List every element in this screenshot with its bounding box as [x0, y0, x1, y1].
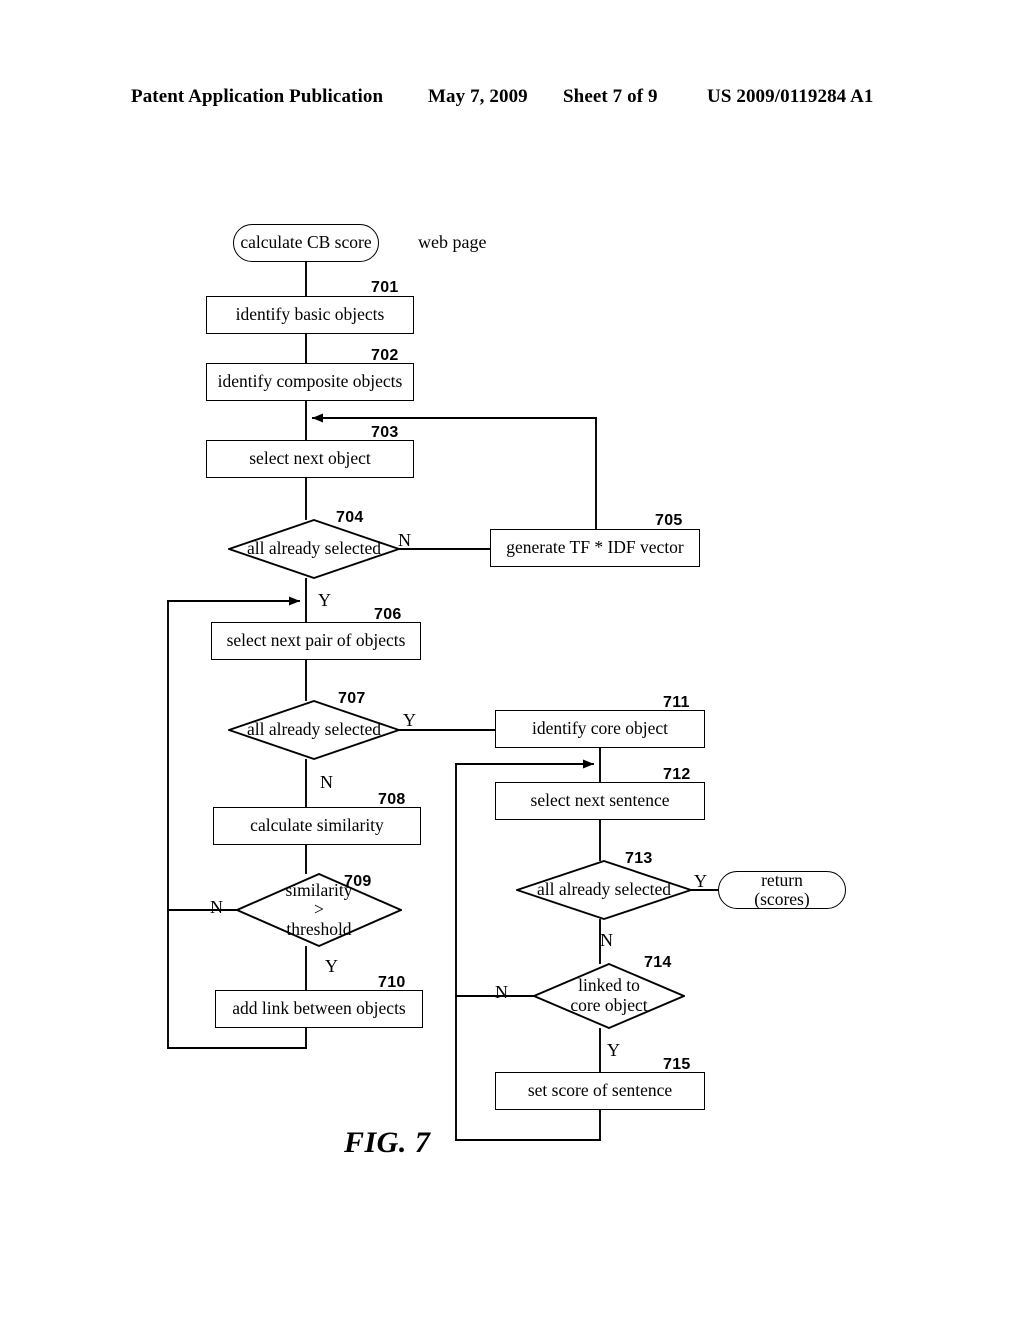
ref-numeral-708: 708 — [378, 791, 406, 808]
branch-label-714-yes: Y — [607, 1040, 620, 1060]
branch-label-713-yes: Y — [694, 871, 707, 891]
node-709-label-group: similarity > threshold — [281, 879, 356, 940]
ref-numeral-707: 707 — [338, 690, 366, 707]
node-701-identify-basic-objects: identify basic objects — [206, 296, 414, 334]
ref-numeral-711: 711 — [663, 694, 690, 711]
ref-numeral-712: 712 — [663, 766, 691, 783]
branch-label-707-yes: Y — [403, 710, 416, 730]
node-704-all-already-selected: all already selected — [228, 519, 400, 579]
node-713-label: all already selected — [536, 879, 672, 900]
ref-numeral-706: 706 — [374, 606, 402, 623]
node-714-label-line2: core object — [570, 995, 648, 1015]
node-709-label-line3: threshold — [286, 918, 352, 939]
branch-label-704-yes: Y — [318, 590, 331, 610]
ref-numeral-715: 715 — [663, 1056, 691, 1073]
figure-caption: FIG. 7 — [344, 1126, 431, 1159]
node-711-identify-core-object: identify core object — [495, 710, 705, 748]
ref-numeral-702: 702 — [371, 347, 399, 364]
node-start: calculate CB score — [233, 224, 379, 262]
branch-label-714-no: N — [495, 982, 508, 1002]
node-701-label: identify basic objects — [235, 304, 385, 325]
node-715-label: set score of sentence — [527, 1080, 673, 1101]
node-return-scores: return (scores) — [718, 871, 846, 909]
node-706-select-next-pair-of-objects: select next pair of objects — [211, 622, 421, 660]
flowchart-figure: calculate CB score identify basic object… — [0, 0, 1024, 1320]
node-710-label: add link between objects — [232, 998, 406, 1019]
node-704-label: all already selected — [246, 538, 382, 559]
flowchart-connectors — [167, 261, 719, 1141]
ref-numeral-710: 710 — [378, 974, 406, 991]
node-709-similarity-gt-threshold: similarity > threshold — [236, 873, 402, 947]
node-714-linked-to-core-object: linked to core object — [533, 963, 685, 1029]
ref-numeral-714: 714 — [644, 954, 672, 971]
web-page-annotation: web page — [418, 232, 487, 252]
ref-numeral-713: 713 — [625, 850, 653, 867]
node-702-identify-composite-objects: identify composite objects — [206, 363, 414, 401]
node-714-label-group: linked to core object — [566, 976, 651, 1015]
node-705-label: generate TF * IDF vector — [506, 537, 684, 558]
node-708-calculate-similarity: calculate similarity — [213, 807, 421, 845]
node-return-label-group: return (scores) — [754, 871, 809, 909]
node-713-all-already-selected: all already selected — [516, 860, 692, 920]
node-712-label: select next sentence — [530, 790, 670, 811]
ref-numeral-701: 701 — [371, 279, 399, 296]
node-714-label-line1: linked to — [578, 975, 640, 996]
node-return-label-line1: return — [761, 870, 803, 891]
branch-label-704-no: N — [398, 530, 411, 550]
node-705-generate-tf-idf-vector: generate TF * IDF vector — [490, 529, 700, 567]
ref-numeral-703: 703 — [371, 424, 399, 441]
node-702-label: identify composite objects — [217, 371, 403, 392]
node-706-label: select next pair of objects — [226, 630, 406, 651]
node-707-label: all already selected — [246, 719, 382, 740]
node-703-label: select next object — [249, 448, 371, 469]
branch-label-709-yes: Y — [325, 956, 338, 976]
branch-label-713-no: N — [600, 930, 613, 950]
node-return-label-line2: (scores) — [754, 889, 810, 909]
node-708-label: calculate similarity — [250, 815, 384, 836]
node-707-all-already-selected: all already selected — [228, 700, 400, 760]
branch-label-709-no: N — [210, 897, 223, 917]
node-710-add-link-between-objects: add link between objects — [215, 990, 423, 1028]
node-703-select-next-object: select next object — [206, 440, 414, 478]
node-715-set-score-of-sentence: set score of sentence — [495, 1072, 705, 1110]
branch-label-707-no: N — [320, 772, 333, 792]
ref-numeral-705: 705 — [655, 512, 683, 529]
ref-numeral-704: 704 — [336, 509, 364, 526]
node-start-label: calculate CB score — [240, 232, 372, 253]
node-712-select-next-sentence: select next sentence — [495, 782, 705, 820]
node-711-label: identify core object — [531, 718, 669, 739]
node-709-label-line1: similarity — [285, 879, 353, 900]
node-709-label-line2: > — [314, 899, 324, 920]
